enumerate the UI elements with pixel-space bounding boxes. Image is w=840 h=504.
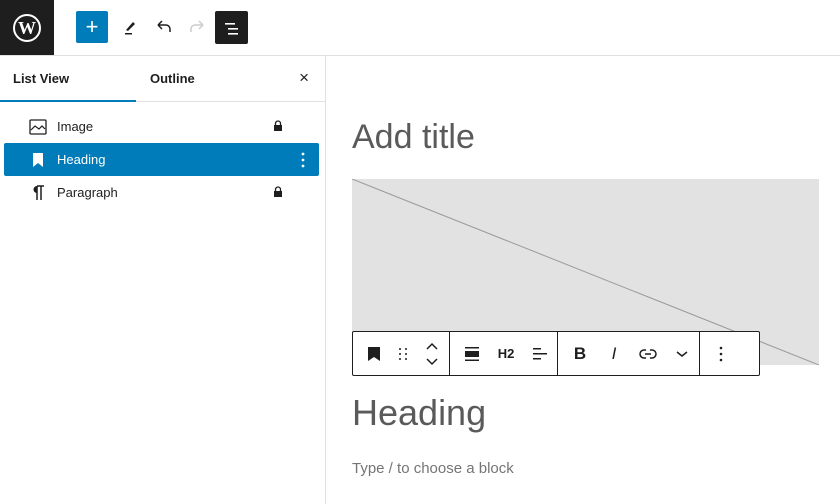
italic-button[interactable]: I: [597, 332, 631, 375]
link-button[interactable]: [631, 332, 665, 375]
align-left-icon: [533, 347, 547, 359]
drag-icon: [399, 347, 407, 360]
tab-outline[interactable]: Outline: [150, 56, 195, 102]
block-toolbar: H2 B I: [352, 331, 760, 376]
list-view-button[interactable]: [215, 11, 248, 44]
post-title-input[interactable]: Add title: [352, 118, 475, 157]
list-item-label: Image: [57, 119, 94, 134]
bold-button[interactable]: B: [563, 332, 597, 375]
toolbar-group-inline: B I: [558, 332, 700, 375]
toolbar-group-options: [700, 332, 738, 375]
link-icon: [639, 348, 657, 359]
edit-tool-button[interactable]: [114, 11, 146, 43]
toolbar-group-format: H2: [450, 332, 558, 375]
editor-canvas: Add title H2 B I Heading Type / to choos…: [326, 56, 840, 504]
drag-handle[interactable]: [391, 332, 415, 375]
lock-icon: [274, 186, 282, 197]
svg-text:W: W: [18, 18, 36, 38]
tab-list-view[interactable]: List View: [0, 56, 136, 102]
redo-icon: [190, 20, 204, 32]
list-item-label: Heading: [57, 152, 106, 167]
list-item-label: Paragraph: [57, 185, 118, 200]
undo-icon: [157, 20, 171, 32]
pencil-icon: [125, 22, 135, 35]
align-wide-icon: [465, 346, 479, 361]
list-item-image[interactable]: Image: [4, 110, 319, 143]
chevron-down-icon: [676, 350, 688, 357]
wordpress-logo[interactable]: W: [0, 0, 54, 55]
heading-level-button[interactable]: H2: [489, 332, 523, 375]
sidebar-tabs: List View Outline ×: [0, 56, 325, 102]
text-align-button[interactable]: [523, 332, 557, 375]
list-item-heading[interactable]: Heading: [4, 143, 319, 176]
top-toolbar: W +: [0, 0, 840, 56]
align-button[interactable]: [455, 332, 489, 375]
heading-block[interactable]: Heading: [352, 392, 486, 434]
list-view-icon: [224, 22, 238, 35]
add-block-button[interactable]: +: [76, 11, 108, 43]
close-icon[interactable]: ×: [299, 68, 309, 88]
undo-button[interactable]: [148, 11, 180, 43]
paragraph-placeholder[interactable]: Type / to choose a block: [352, 460, 514, 477]
redo-button[interactable]: [181, 11, 213, 43]
wordpress-icon: W: [13, 13, 41, 42]
block-type-button[interactable]: [357, 332, 391, 375]
bookmark-icon: [368, 346, 380, 361]
more-vertical-icon: [719, 346, 723, 361]
list-view-sidebar: List View Outline × Image Heading Paragr…: [0, 56, 326, 504]
list-item-paragraph[interactable]: Paragraph: [4, 176, 319, 209]
lock-icon: [274, 120, 282, 131]
paragraph-icon: [33, 185, 44, 200]
more-formats-button[interactable]: [665, 332, 699, 375]
more-options-icon[interactable]: [300, 151, 306, 169]
move-up-down-button[interactable]: [415, 332, 449, 375]
toolbar-group-block: [353, 332, 450, 375]
image-icon: [29, 119, 47, 135]
options-button[interactable]: [704, 332, 738, 375]
chevron-up-down-icon: [426, 342, 438, 365]
bookmark-icon: [33, 153, 43, 167]
